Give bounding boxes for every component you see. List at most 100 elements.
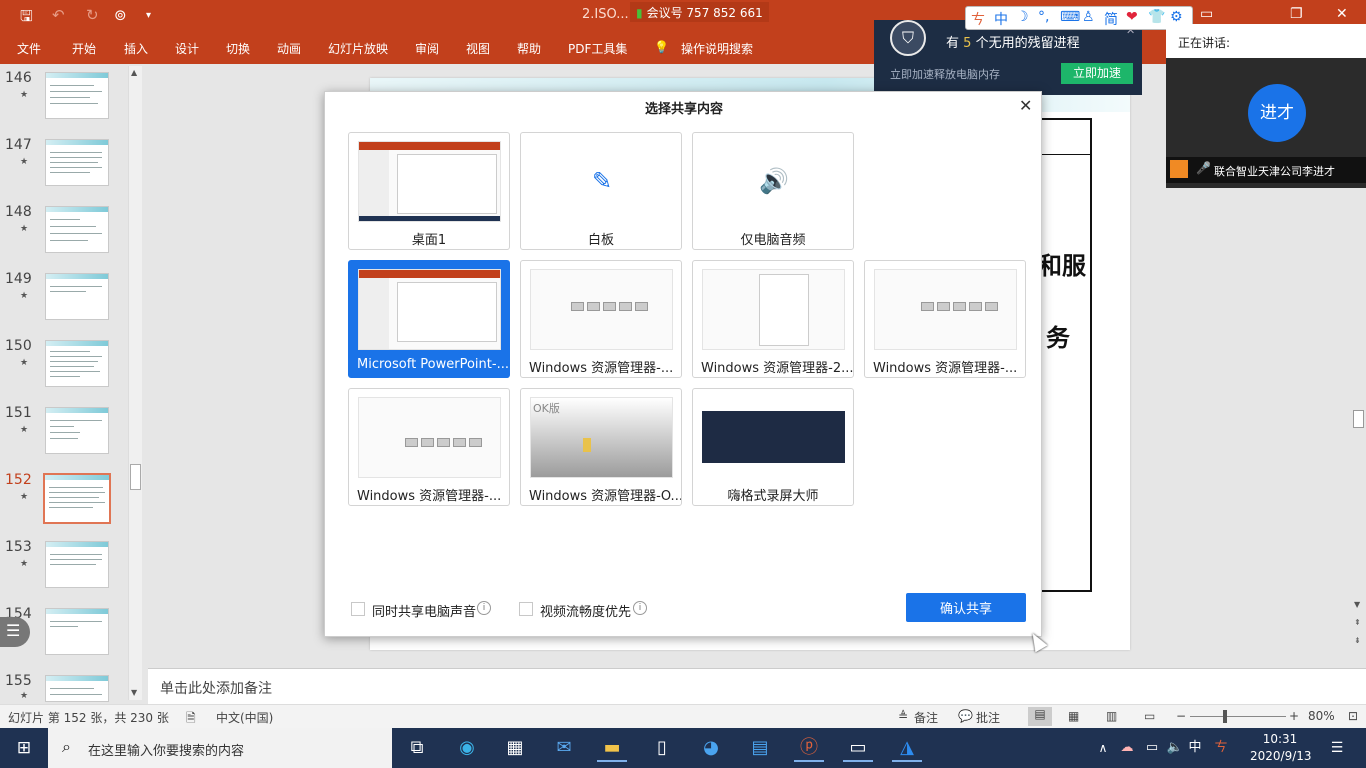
video-priority-checkbox[interactable] <box>519 602 533 616</box>
customize-qat-icon[interactable]: ▾ <box>146 10 151 21</box>
app-icon[interactable]: ◕ <box>696 734 726 762</box>
restore-window-icon[interactable]: ❐ <box>1290 6 1303 22</box>
chinese-mode-icon[interactable]: 中 <box>994 9 1008 29</box>
zoom-slider-thumb[interactable] <box>1223 710 1227 723</box>
slide-thumbnail-152-selected[interactable] <box>43 473 111 524</box>
slide-thumbnail-155[interactable] <box>45 675 109 702</box>
tab-transitions[interactable]: 切换 <box>226 40 250 57</box>
previous-slide-icon[interactable]: ⇞ <box>1354 618 1361 627</box>
undo-icon[interactable]: ↶ <box>52 6 65 24</box>
task-view-icon[interactable]: ⧉ <box>402 734 432 762</box>
reading-view-icon[interactable]: ▥ <box>1106 709 1117 723</box>
moon-icon[interactable]: ☽ <box>1016 9 1029 25</box>
slide-thumbnail-149[interactable] <box>45 273 109 320</box>
keyboard-icon[interactable]: ⌨ <box>1060 9 1080 25</box>
tab-animations[interactable]: 动画 <box>277 40 301 57</box>
slide-thumbnail-150[interactable] <box>45 340 109 387</box>
fit-to-window-icon[interactable]: ⊡ <box>1348 709 1358 723</box>
slide-thumbnail-153[interactable] <box>45 541 109 588</box>
system-clock[interactable]: 10:31 2020/9/13 <box>1250 731 1312 765</box>
document-icon[interactable]: ▯ <box>647 734 677 762</box>
sogou-logo-icon[interactable]: ㄘ <box>971 9 985 29</box>
scroll-down-icon[interactable]: ▼ <box>1354 600 1360 609</box>
file-explorer-icon[interactable]: ▬ <box>597 734 627 762</box>
spellcheck-icon[interactable]: 🗎 <box>186 709 196 730</box>
scrollbar-thumb[interactable] <box>130 464 141 490</box>
tencent-meeting-icon[interactable]: ◮ <box>892 734 922 762</box>
tab-design[interactable]: 设计 <box>175 40 199 57</box>
tab-help[interactable]: 帮助 <box>517 40 541 57</box>
slide-thumbnail-151[interactable] <box>45 407 109 454</box>
thumbnail-scrollbar[interactable]: ▲ ▼ <box>128 66 142 700</box>
sogou-ime-icon[interactable]: ㄘ <box>1206 734 1236 762</box>
close-window-icon[interactable]: ✕ <box>1336 6 1348 22</box>
slide-thumbnail-154[interactable] <box>45 608 109 655</box>
zoom-level[interactable]: 80% <box>1308 709 1335 723</box>
slideshow-view-icon[interactable]: ▭ <box>1144 709 1155 723</box>
share-option-explorer-3[interactable]: Windows 资源管理器-... <box>864 260 1026 378</box>
scroll-up-icon[interactable]: ▲ <box>131 68 137 77</box>
floating-list-icon[interactable]: ☰ <box>0 617 30 647</box>
share-option-explorer-4[interactable]: Windows 资源管理器-... <box>348 388 510 506</box>
store-icon[interactable]: ▦ <box>500 734 530 762</box>
notes-toggle[interactable]: 备注 <box>914 709 938 726</box>
redo-icon[interactable]: ↻ <box>86 6 99 24</box>
info-icon[interactable]: i <box>477 601 491 615</box>
windows-start-icon[interactable]: ⊞ <box>9 734 39 762</box>
skin-icon[interactable]: 👕 <box>1148 9 1165 25</box>
notes-pane[interactable]: 单击此处添加备注 <box>148 668 1366 704</box>
notes-icon[interactable]: ≜ <box>898 709 908 723</box>
gear-icon[interactable]: ⚙ <box>1170 9 1183 25</box>
confirm-share-button[interactable]: 确认共享 <box>906 593 1026 622</box>
share-option-whiteboard[interactable]: ✎ 白板 <box>520 132 682 250</box>
slideshow-from-start-icon[interactable]: ⊚ <box>114 6 127 24</box>
notes-app-icon[interactable]: ▤ <box>745 734 775 762</box>
simplified-icon[interactable]: 简 <box>1104 9 1118 29</box>
tab-insert[interactable]: 插入 <box>124 40 148 57</box>
scrollbar-thumb[interactable] <box>1353 410 1364 428</box>
slide-thumbnail-146[interactable] <box>45 72 109 119</box>
tab-pdf-tools[interactable]: PDF工具集 <box>568 40 627 57</box>
slide-thumbnail-148[interactable] <box>45 206 109 253</box>
edge-browser-icon[interactable]: ◉ <box>452 734 482 762</box>
punctuation-icon[interactable]: °, <box>1038 9 1049 25</box>
slide-thumbnail-147[interactable] <box>45 139 109 186</box>
slide-sorter-icon[interactable]: ▦ <box>1068 709 1079 723</box>
share-option-desktop[interactable]: 桌面1 <box>348 132 510 250</box>
zoom-out-icon[interactable]: − <box>1176 709 1186 723</box>
normal-view-icon[interactable]: ▤ <box>1028 707 1052 726</box>
tab-review[interactable]: 审阅 <box>415 40 439 57</box>
user-icon[interactable]: ♙ <box>1082 9 1095 25</box>
tab-slideshow[interactable]: 幻灯片放映 <box>328 40 388 57</box>
tab-view[interactable]: 视图 <box>466 40 490 57</box>
share-option-audio-only[interactable]: 🔊 仅电脑音频 <box>692 132 854 250</box>
share-option-powerpoint-selected[interactable]: Microsoft PowerPoint-... <box>348 260 510 378</box>
close-icon[interactable]: ✕ <box>1019 96 1032 115</box>
recorder-icon[interactable]: ▭ <box>843 734 873 762</box>
share-option-screen-recorder[interactable]: 嗨格式录屏大师 <box>692 388 854 506</box>
next-slide-icon[interactable]: ⇟ <box>1354 636 1361 645</box>
share-option-explorer-ok[interactable]: OK版 Windows 资源管理器-O... <box>520 388 682 506</box>
gift-icon[interactable]: ❤ <box>1126 9 1138 25</box>
scroll-down-icon[interactable]: ▼ <box>131 688 137 697</box>
share-audio-checkbox[interactable] <box>351 602 365 616</box>
zoom-slider[interactable] <box>1190 716 1286 717</box>
mail-icon[interactable]: ✉ <box>549 734 579 762</box>
save-icon[interactable]: 🖫 <box>20 6 33 31</box>
zoom-in-icon[interactable]: + <box>1289 709 1299 723</box>
notifications-icon[interactable]: ☰ <box>1322 734 1352 762</box>
taskbar-search-box[interactable]: ⌕ 在这里输入你要搜索的内容 <box>48 728 392 768</box>
share-option-explorer-1[interactable]: Windows 资源管理器-... <box>520 260 682 378</box>
tell-me-search[interactable]: 操作说明搜索 <box>681 40 753 57</box>
comments-toggle[interactable]: 批注 <box>976 709 1000 726</box>
powerpoint-icon[interactable]: ⓟ <box>794 734 824 762</box>
accelerate-button[interactable]: 立即加速 <box>1061 63 1133 84</box>
comments-icon[interactable]: 💬 <box>958 709 973 723</box>
tab-home[interactable]: 开始 <box>72 40 96 57</box>
ribbon-display-icon[interactable]: ▭ <box>1200 6 1213 22</box>
language-indicator[interactable]: 中文(中国) <box>216 709 273 726</box>
tab-file[interactable]: 文件 <box>17 40 41 57</box>
info-icon[interactable]: i <box>633 601 647 615</box>
share-option-explorer-2[interactable]: Windows 资源管理器-2... <box>692 260 854 378</box>
dialog-title: 选择共享内容 <box>644 102 723 117</box>
